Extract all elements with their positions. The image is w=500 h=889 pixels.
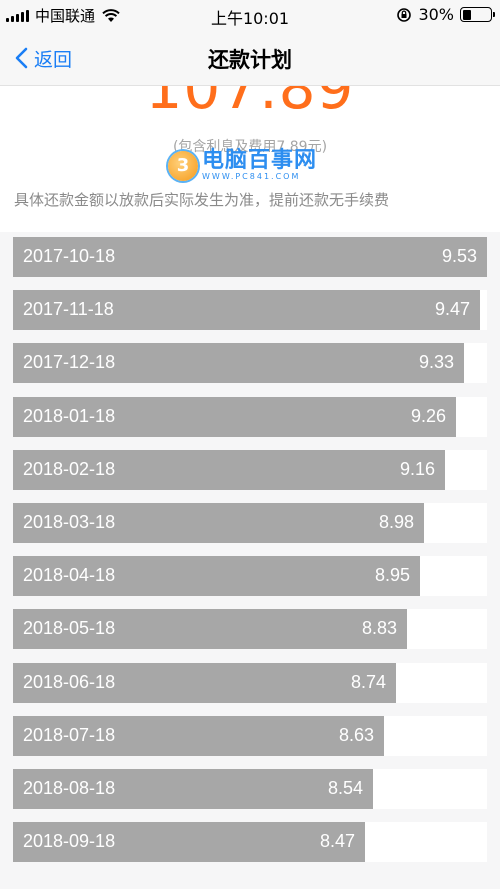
due-amount: 8.98 bbox=[378, 512, 414, 532]
total-amount: 107.89 bbox=[145, 86, 355, 122]
schedule-row: 2018-03-18 8.98 bbox=[13, 503, 487, 543]
due-date: 2018-08-18 bbox=[23, 778, 116, 798]
status-bar: 中国联通 上午10:01 30% bbox=[0, 0, 500, 30]
due-date: 2017-10-18 bbox=[23, 246, 116, 266]
due-date: 2017-11-18 bbox=[23, 299, 114, 320]
watermark-emblem: 3 bbox=[168, 150, 198, 181]
due-date: 2018-04-18 bbox=[23, 565, 116, 586]
repayment-disclaimer: 具体还款金额以放款后实际发生为准，提前还款无手续费 bbox=[14, 191, 390, 209]
due-date: 2018-06-18 bbox=[23, 671, 116, 692]
due-date: 2018-02-18 bbox=[23, 458, 116, 479]
schedule-row: 2017-12-18 9.33 bbox=[13, 343, 487, 384]
watermark-text: 电脑百事网 WWW.PC841.COM bbox=[202, 148, 318, 182]
due-amount: 9.33 bbox=[418, 352, 454, 373]
due-amount: 9.16 bbox=[399, 458, 435, 479]
due-amount: 8.83 bbox=[361, 618, 397, 639]
watermark-url: WWW.PC841.COM bbox=[202, 172, 301, 181]
page-title: 还款计划 bbox=[208, 48, 292, 72]
schedule-row: 2018-01-18 9.26 bbox=[13, 396, 487, 437]
due-amount: 8.74 bbox=[350, 671, 386, 692]
schedule-row: 2018-09-18 8.47 bbox=[13, 822, 487, 863]
due-date: 2018-01-18 bbox=[23, 405, 116, 426]
status-right: 30% bbox=[396, 5, 495, 24]
rotation-lock-icon bbox=[397, 7, 412, 22]
schedule-row: 2018-02-18 9.16 bbox=[13, 449, 487, 490]
due-amount: 8.47 bbox=[319, 831, 355, 852]
schedule-row: 2018-07-18 8.63 bbox=[13, 715, 487, 756]
schedule-row: 2017-10-18 9.53 bbox=[13, 237, 487, 277]
due-amount: 8.63 bbox=[338, 724, 374, 745]
schedule-row: 2018-04-18 8.95 bbox=[13, 556, 487, 597]
due-amount: 9.26 bbox=[410, 405, 446, 426]
due-date: 2018-09-18 bbox=[23, 831, 116, 852]
due-date: 2018-03-18 bbox=[23, 512, 116, 532]
schedule-row: 2018-08-18 8.54 bbox=[13, 769, 487, 809]
schedule-row: 2018-05-18 8.83 bbox=[13, 609, 487, 650]
due-amount: 8.54 bbox=[327, 778, 363, 798]
due-amount: 8.95 bbox=[374, 565, 410, 586]
battery-icon bbox=[460, 7, 495, 22]
battery-percent: 30% bbox=[418, 5, 454, 24]
due-date: 2018-07-18 bbox=[23, 724, 116, 745]
due-amount: 9.53 bbox=[441, 246, 477, 266]
schedule-row: 2018-06-18 8.74 bbox=[13, 662, 487, 703]
due-date: 2017-12-18 bbox=[23, 352, 116, 373]
due-amount: 9.47 bbox=[434, 299, 470, 320]
watermark-brand: 电脑百事网 bbox=[202, 148, 318, 173]
battery-level bbox=[462, 9, 471, 20]
repayment-summary: 107.89 (包含利息及费用7.89元) 3 电脑百事网 WWW.PC841.… bbox=[0, 86, 500, 232]
navigation-bar: 返回 还款计划 bbox=[0, 30, 500, 86]
due-date: 2018-05-18 bbox=[23, 618, 116, 639]
watermark-logo: 3 电脑百事网 WWW.PC841.COM bbox=[168, 150, 317, 181]
schedule-row: 2017-11-18 9.47 bbox=[13, 290, 487, 331]
